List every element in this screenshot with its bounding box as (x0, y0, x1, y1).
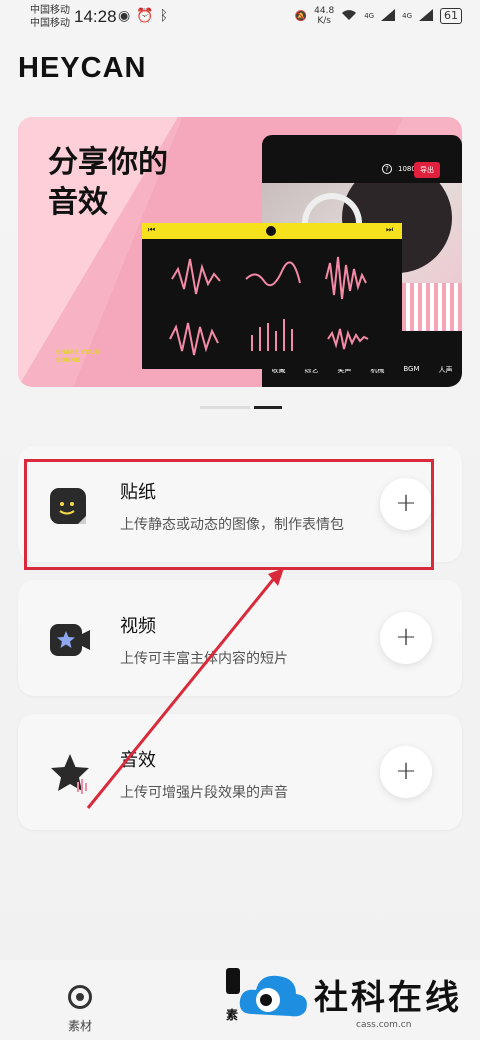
waveform-card: ⏮ ⏭ (142, 223, 402, 369)
material-icon (68, 985, 92, 1009)
battery-indicator: 61 (440, 8, 462, 24)
mute-icon: 🔕 (294, 10, 308, 22)
eye-icon: ◉ (118, 8, 131, 24)
bluetooth-icon: ᛒ (159, 8, 169, 24)
banner-title-line2: 音效 (48, 185, 108, 220)
card-description: 上传可增强片段效果的声音 (120, 785, 288, 801)
status-icons-left: ◉ ⏰ ᛒ (118, 8, 168, 24)
carrier-info: 中国移动 中国移动 (30, 4, 70, 30)
watermark-url: cass.com.cn (356, 1020, 412, 1030)
signal-1-icon (381, 8, 396, 24)
tab-label: 素材 (67, 1019, 92, 1033)
wifi-icon (341, 9, 357, 24)
banner-pagination (200, 406, 282, 409)
carrier-2: 中国移动 (30, 18, 70, 29)
signal-1-label: 4G (364, 12, 375, 20)
help-icon: ? (382, 164, 392, 174)
banner-tagline-line2: SOUND (56, 357, 81, 364)
highlight-box (24, 459, 434, 570)
video-camera-icon (48, 618, 92, 662)
speed-value: 44.8 (314, 6, 335, 16)
waveforms-graphic (169, 256, 369, 356)
card-title: 视频 (120, 616, 156, 637)
pagination-dot (200, 406, 250, 409)
signal-2-icon (419, 8, 433, 24)
card-title: 音效 (120, 750, 156, 771)
speed-unit: K/s (317, 16, 331, 26)
signal-2-label: 4G (402, 12, 412, 20)
mockup-tab: BGM (403, 365, 420, 373)
card-description: 上传可丰富主体内容的短片 (120, 651, 288, 667)
star-sound-icon (48, 752, 92, 796)
cloud-logo-icon (239, 975, 307, 1017)
promo-banner[interactable]: 分享你的 音效 SHARE YOUR SOUND ? 1080P ▾ 导出 收藏… (18, 117, 462, 387)
upload-card-video[interactable]: 视频 上传可丰富主体内容的短片 + (18, 580, 462, 696)
app-logo: HEYCAN (18, 52, 147, 84)
carrier-1: 中国移动 (30, 5, 70, 16)
play-icon (266, 226, 276, 236)
watermark-text: 社科在线 (314, 978, 462, 1018)
clock: 14:28 (74, 7, 117, 26)
status-icons-right: 🔕 44.8 K/s 4G 4G 61 (295, 6, 462, 26)
export-button-mock: 导出 (414, 162, 440, 178)
status-bar: 中国移动 中国移动 14:28 ◉ ⏰ ᛒ 🔕 44.8 K/s 4G 4G 6… (0, 0, 480, 34)
tab-material[interactable]: 素材 (54, 985, 106, 1034)
banner-title: 分享你的 音效 (48, 143, 168, 223)
banner-tagline: SHARE YOUR SOUND (56, 349, 100, 365)
network-speed: 44.8 K/s (314, 6, 334, 26)
watermark: 社科在线 cass.com.cn (236, 966, 480, 1036)
alarm-icon: ⏰ (136, 8, 154, 24)
upload-card-sound[interactable]: 音效 上传可增强片段效果的声音 + (18, 714, 462, 830)
photo-shirt (402, 283, 462, 331)
banner-tagline-line1: SHARE YOUR (56, 349, 100, 356)
banner-title-line1: 分享你的 (48, 145, 168, 180)
next-icon: ⏭ (386, 225, 394, 234)
add-sound-button[interactable]: + (380, 746, 432, 798)
mockup-tab: 人声 (438, 366, 453, 374)
add-video-button[interactable]: + (380, 612, 432, 664)
prev-icon: ⏮ (148, 225, 156, 234)
pagination-dot-active (254, 406, 282, 409)
